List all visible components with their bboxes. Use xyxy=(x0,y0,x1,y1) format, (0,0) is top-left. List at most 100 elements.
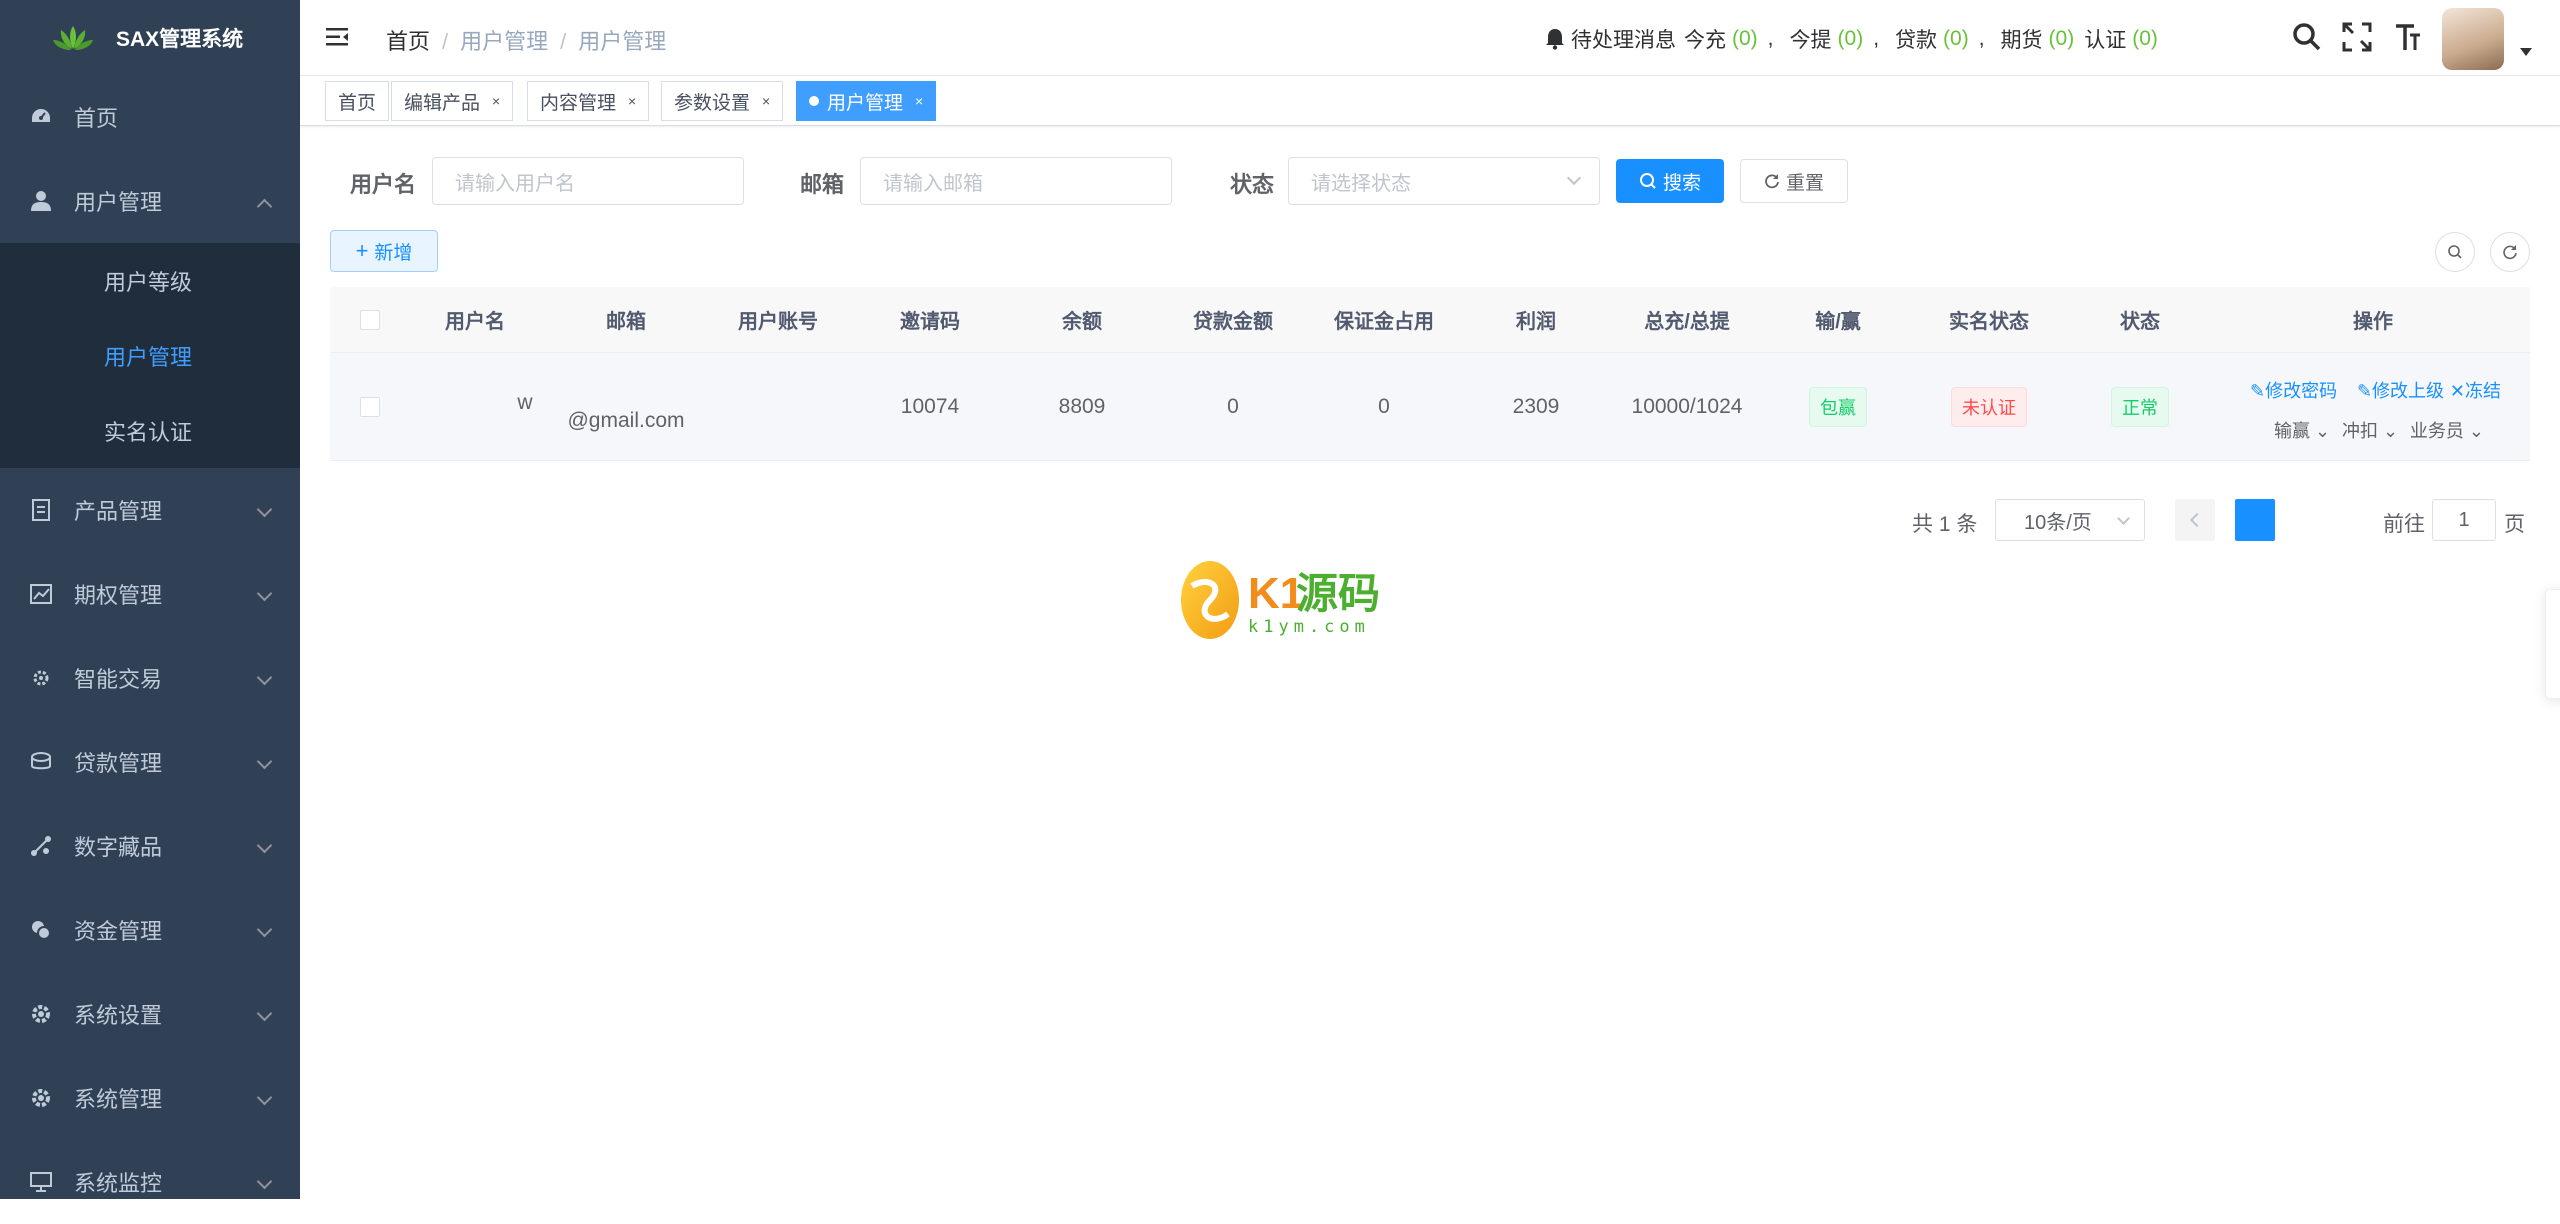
change-password-link[interactable]: ✎修改密码 xyxy=(2250,381,2337,401)
close-icon[interactable]: × xyxy=(762,93,770,109)
column-header: 邮箱 xyxy=(606,311,646,333)
status-select[interactable]: 请选择状态 xyxy=(1288,157,1600,205)
user-table: 用户名 邮箱 用户账号 邀请码 余额 贷款金额 保证金占用 利润 总充/总提 输… xyxy=(330,287,2530,461)
dropdown-option-always-lose[interactable]: 包输 xyxy=(2546,635,2560,680)
bell-icon xyxy=(1546,29,1564,50)
freeze-label: 冻结 xyxy=(2464,381,2501,401)
row-checkbox[interactable] xyxy=(360,397,380,417)
app-logo[interactable]: SAX管理系统 xyxy=(0,0,300,75)
change-parent-label: 修改上级 xyxy=(2372,381,2445,401)
font-size-icon[interactable] xyxy=(2390,20,2424,56)
salesman-dropdown[interactable]: 业务员 ⌄ xyxy=(2410,421,2484,441)
breadcrumb-item[interactable]: 首页 xyxy=(386,29,430,54)
refresh-table-button[interactable] xyxy=(2490,232,2530,272)
prev-page-button[interactable] xyxy=(2175,499,2215,541)
change-parent-link[interactable]: ✎修改上级 xyxy=(2357,381,2444,401)
sidebar-item-system-settings[interactable]: 系统设置 xyxy=(0,972,300,1056)
username-input[interactable]: 请输入用户名 xyxy=(432,157,744,205)
sidebar-item-system-management[interactable]: 系统管理 xyxy=(0,1056,300,1140)
sidebar-item-system-monitor[interactable]: 系统监控 xyxy=(0,1140,300,1224)
chevron-down-icon xyxy=(256,669,273,686)
add-button[interactable]: + 新增 xyxy=(330,230,438,272)
sidebar-item-home[interactable]: 首页 xyxy=(0,75,300,159)
goto-page-input[interactable]: 1 xyxy=(2432,499,2496,541)
toggle-search-button[interactable] xyxy=(2435,232,2475,272)
breadcrumb-item: 用户管理 xyxy=(460,29,549,54)
chevron-down-icon xyxy=(256,1005,273,1022)
operation-selects: 输赢 ⌄ 冲扣 ⌄ 业务员 ⌄ xyxy=(2274,417,2550,443)
breadcrumb: 首页 / 用户管理 / 用户管理 xyxy=(386,29,667,54)
sidebar-subitem-realname[interactable]: 实名认证 xyxy=(0,393,300,468)
chevron-down-icon: ⌄ xyxy=(2382,421,2399,441)
close-icon: ✕ xyxy=(2449,381,2465,401)
chart-icon xyxy=(28,581,54,607)
deduct-dropdown-label: 冲扣 xyxy=(2341,421,2378,441)
table-row[interactable]: w @gmail.com 10074 8809 0 0 2309 10000/1… xyxy=(330,353,2530,461)
table-header-row: 用户名 邮箱 用户账号 邀请码 余额 贷款金额 保证金占用 利润 总充/总提 输… xyxy=(330,287,2530,353)
page-suffix: 页 xyxy=(2504,513,2525,536)
tag-user-management[interactable]: 用户管理 × xyxy=(796,81,937,121)
column-header: 操作 xyxy=(2353,311,2393,333)
sidebar-item-options[interactable]: 期权管理 xyxy=(0,552,300,636)
cell-margin: 0 xyxy=(1378,395,1390,418)
caret-down-icon[interactable] xyxy=(2520,48,2532,56)
chevron-down-icon xyxy=(1566,170,1582,186)
tag-label: 用户管理 xyxy=(827,92,904,114)
notify-count: (0) xyxy=(2048,27,2075,50)
goto-label: 前往 xyxy=(2383,513,2425,536)
nodes-icon xyxy=(28,833,54,859)
search-icon[interactable] xyxy=(2290,20,2324,56)
fullscreen-icon[interactable] xyxy=(2340,20,2374,56)
cell-status: 正常 xyxy=(2064,387,2216,427)
sidebar-item-product[interactable]: 产品管理 xyxy=(0,468,300,552)
sidebar-item-funds[interactable]: 资金管理 xyxy=(0,888,300,972)
notify-item-label: 今充 xyxy=(1684,29,1726,52)
nav-tools xyxy=(2290,20,2424,56)
tag-content-management[interactable]: 内容管理 × xyxy=(527,81,650,121)
reset-button[interactable]: 重置 xyxy=(1740,159,1848,203)
freeze-link[interactable]: ✕冻结 xyxy=(2450,381,2501,401)
hamburger-menu-icon[interactable] xyxy=(324,24,350,55)
page-number-current[interactable] xyxy=(2235,499,2275,541)
win-lose-dropdown[interactable]: 输赢 ⌄ xyxy=(2274,421,2330,441)
avatar[interactable] xyxy=(2442,8,2504,70)
refresh-icon xyxy=(1765,174,1779,189)
notify-count: (0) xyxy=(1943,27,1969,50)
deduct-dropdown[interactable]: 冲扣 ⌄ xyxy=(2342,421,2398,441)
gear-icon xyxy=(28,1001,54,1027)
sidebar-item-label: 用户管理 xyxy=(74,190,163,215)
column-header: 用户账号 xyxy=(738,311,818,333)
chevron-down-icon xyxy=(256,501,273,518)
sidebar-subitem-user-management[interactable]: 用户管理 xyxy=(0,318,300,393)
chevron-down-icon xyxy=(256,1089,273,1106)
chevron-down-icon xyxy=(256,1173,273,1190)
sidebar-item-digital-collectibles[interactable]: 数字藏品 xyxy=(0,804,300,888)
tag-label: 参数设置 xyxy=(674,92,751,114)
submenu-user-management: 用户等级 用户管理 实名认证 xyxy=(0,243,300,468)
status-label: 状态 xyxy=(1230,172,1275,197)
close-icon[interactable]: × xyxy=(628,93,636,109)
sidebar-item-loans[interactable]: 贷款管理 xyxy=(0,720,300,804)
sidebar-item-smart-trading[interactable]: 智能交易 xyxy=(0,636,300,720)
sidebar-subitem-user-level[interactable]: 用户等级 xyxy=(0,243,300,318)
tag-edit-product[interactable]: 编辑产品 × xyxy=(391,81,514,121)
tag-home[interactable]: 首页 xyxy=(325,81,390,121)
email-input[interactable]: 请输入邮箱 xyxy=(860,157,1172,205)
chevron-down-icon: ⌄ xyxy=(2468,421,2485,441)
page-size-select[interactable]: 10条/页 xyxy=(1995,499,2145,541)
change-password-label: 修改密码 xyxy=(2265,381,2338,401)
tag-param-settings[interactable]: 参数设置 × xyxy=(661,81,784,121)
win-lose-badge: 包赢 xyxy=(1809,387,1867,427)
top-navbar: 首页 / 用户管理 / 用户管理 待处理消息 今充 (0), 今提 (0), 贷款 (0), … xyxy=(300,0,2560,76)
sidebar-item-label: 期权管理 xyxy=(74,583,163,608)
pending-notifications[interactable]: 待处理消息 今充 (0), 今提 (0), 贷款 (0), 期货 (0) 认证 (0) xyxy=(1545,24,2168,54)
close-icon[interactable]: × xyxy=(492,93,500,109)
monitor-icon xyxy=(28,1169,54,1195)
close-icon[interactable]: × xyxy=(915,93,923,109)
plus-icon: + xyxy=(355,238,369,263)
select-all-checkbox[interactable] xyxy=(360,310,380,330)
money-icon xyxy=(28,917,54,943)
sidebar-item-user-management[interactable]: 用户管理 xyxy=(0,159,300,243)
dropdown-option-normal[interactable]: 正常 xyxy=(2546,590,2560,635)
search-button[interactable]: 搜索 xyxy=(1616,159,1724,203)
